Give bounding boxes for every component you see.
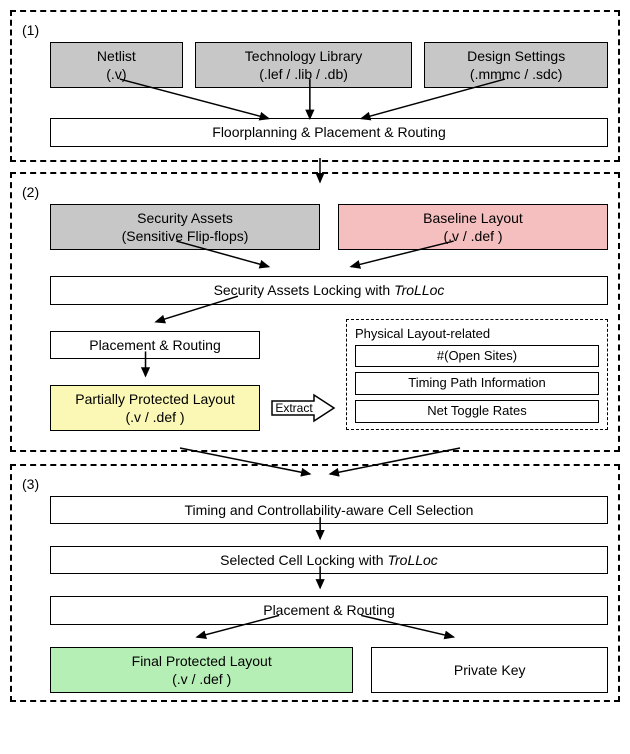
security-assets-box: Security Assets (Sensitive Flip-flops) [50, 204, 320, 250]
private-key-box: Private Key [371, 647, 608, 693]
trolloc-2: TroLLoc [387, 552, 437, 568]
techlib-box: Technology Library (.lef / .lib / .db) [195, 42, 413, 88]
section-3-label: (3) [22, 476, 608, 492]
phys-layout-group: Physical Layout-related #(Open Sites) Ti… [346, 319, 608, 431]
final-layout-box: Final Protected Layout (.v / .def ) [50, 647, 353, 693]
selected-locking-text: Selected Cell Locking with [220, 552, 387, 568]
trolloc-1: TroLLoc [394, 282, 444, 298]
open-sites-box: #(Open Sites) [355, 345, 599, 368]
section-1: (1) Netlist (.v) Technology Library (.le… [10, 10, 620, 162]
selected-locking-box: Selected Cell Locking with TroLLoc [50, 546, 608, 574]
extract-arrow-icon: Extract [270, 393, 336, 423]
netlist-box: Netlist (.v) [50, 42, 183, 88]
timing-info-box: Timing Path Information [355, 372, 599, 395]
section-1-label: (1) [22, 22, 608, 38]
settings-box: Design Settings (.mmmc / .sdc) [424, 42, 608, 88]
baseline-layout-box: Baseline Layout (.v / .def ) [338, 204, 608, 250]
security-locking-text: Security Assets Locking with [214, 282, 395, 298]
phys-layout-title: Physical Layout-related [355, 326, 599, 341]
floorplan-box: Floorplanning & Placement & Routing [50, 118, 608, 146]
section-2: (2) Security Assets (Sensitive Flip-flop… [10, 172, 620, 452]
security-locking-box: Security Assets Locking with TroLLoc [50, 276, 608, 304]
section-2-label: (2) [22, 184, 608, 200]
placement-routing-1-box: Placement & Routing [50, 331, 260, 359]
toggle-rates-box: Net Toggle Rates [355, 400, 599, 423]
section-3: (3) Timing and Controllability-aware Cel… [10, 464, 620, 702]
partial-layout-box: Partially Protected Layout (.v / .def ) [50, 385, 260, 431]
cell-selection-box: Timing and Controllability-aware Cell Se… [50, 496, 608, 524]
placement-routing-2-box: Placement & Routing [50, 596, 608, 624]
extract-label: Extract [275, 401, 313, 415]
